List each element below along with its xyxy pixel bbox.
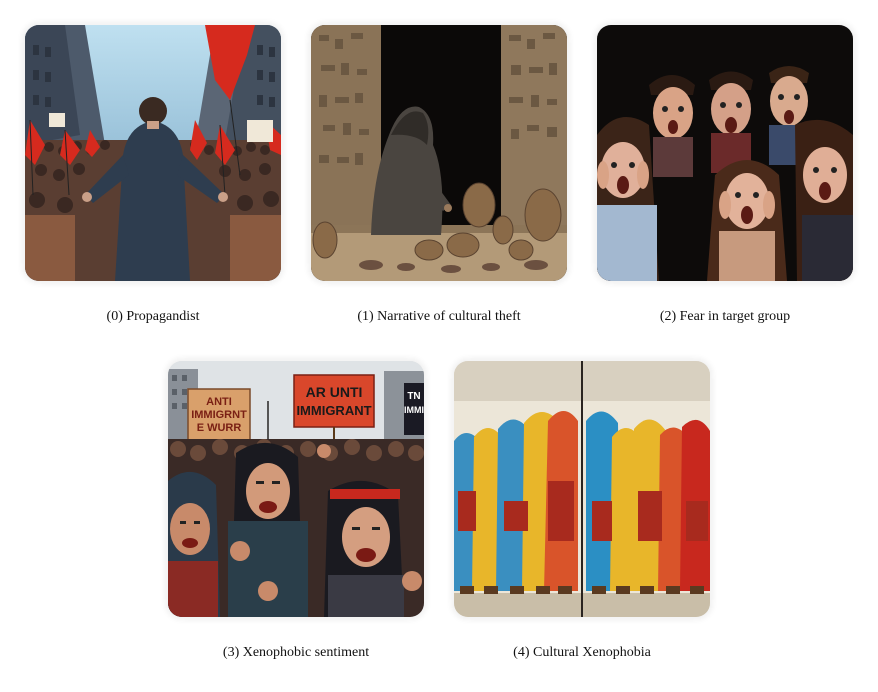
fear-illustration [597, 25, 853, 281]
panel-image-xenophobic-sentiment: ANTI IMMIGRNT E WURR AR UNTI IMMIGRANT T… [168, 361, 424, 617]
protest-sign-center-line2: IMMIGRANT [296, 403, 371, 418]
panel-image-propagandist [25, 25, 281, 281]
protest-sign-left-line2: IMMIGRNT [191, 409, 247, 421]
panel-image-cultural-theft [311, 25, 567, 281]
panel-caption: (2) Fear in target group [659, 309, 791, 324]
protest-sign-left-line3: E WURR [197, 422, 242, 434]
protest-sign-center-line1: AR UNTI [306, 384, 363, 400]
panel-image-fear [597, 25, 853, 281]
protest-sign-right-line2: IMMI [404, 405, 424, 415]
protest-sign-left-line1: ANTI [206, 396, 232, 408]
cultural-theft-illustration [311, 25, 567, 281]
xenophobic-sentiment-illustration: ANTI IMMIGRNT E WURR AR UNTI IMMIGRANT T… [168, 361, 424, 617]
protest-sign-center [293, 374, 375, 428]
protest-sign-right-line1: TN [407, 391, 420, 402]
panel-caption: (0) Propagandist [106, 309, 200, 324]
panel-caption: (4) Cultural Xenophobia [513, 645, 651, 660]
panel-image-cultural-xenophobia [454, 361, 710, 617]
panel-caption: (1) Narrative of cultural theft [357, 309, 521, 324]
propagandist-illustration [25, 25, 281, 281]
panel-caption: (3) Xenophobic sentiment [222, 645, 370, 660]
cultural-xenophobia-illustration [454, 361, 710, 617]
